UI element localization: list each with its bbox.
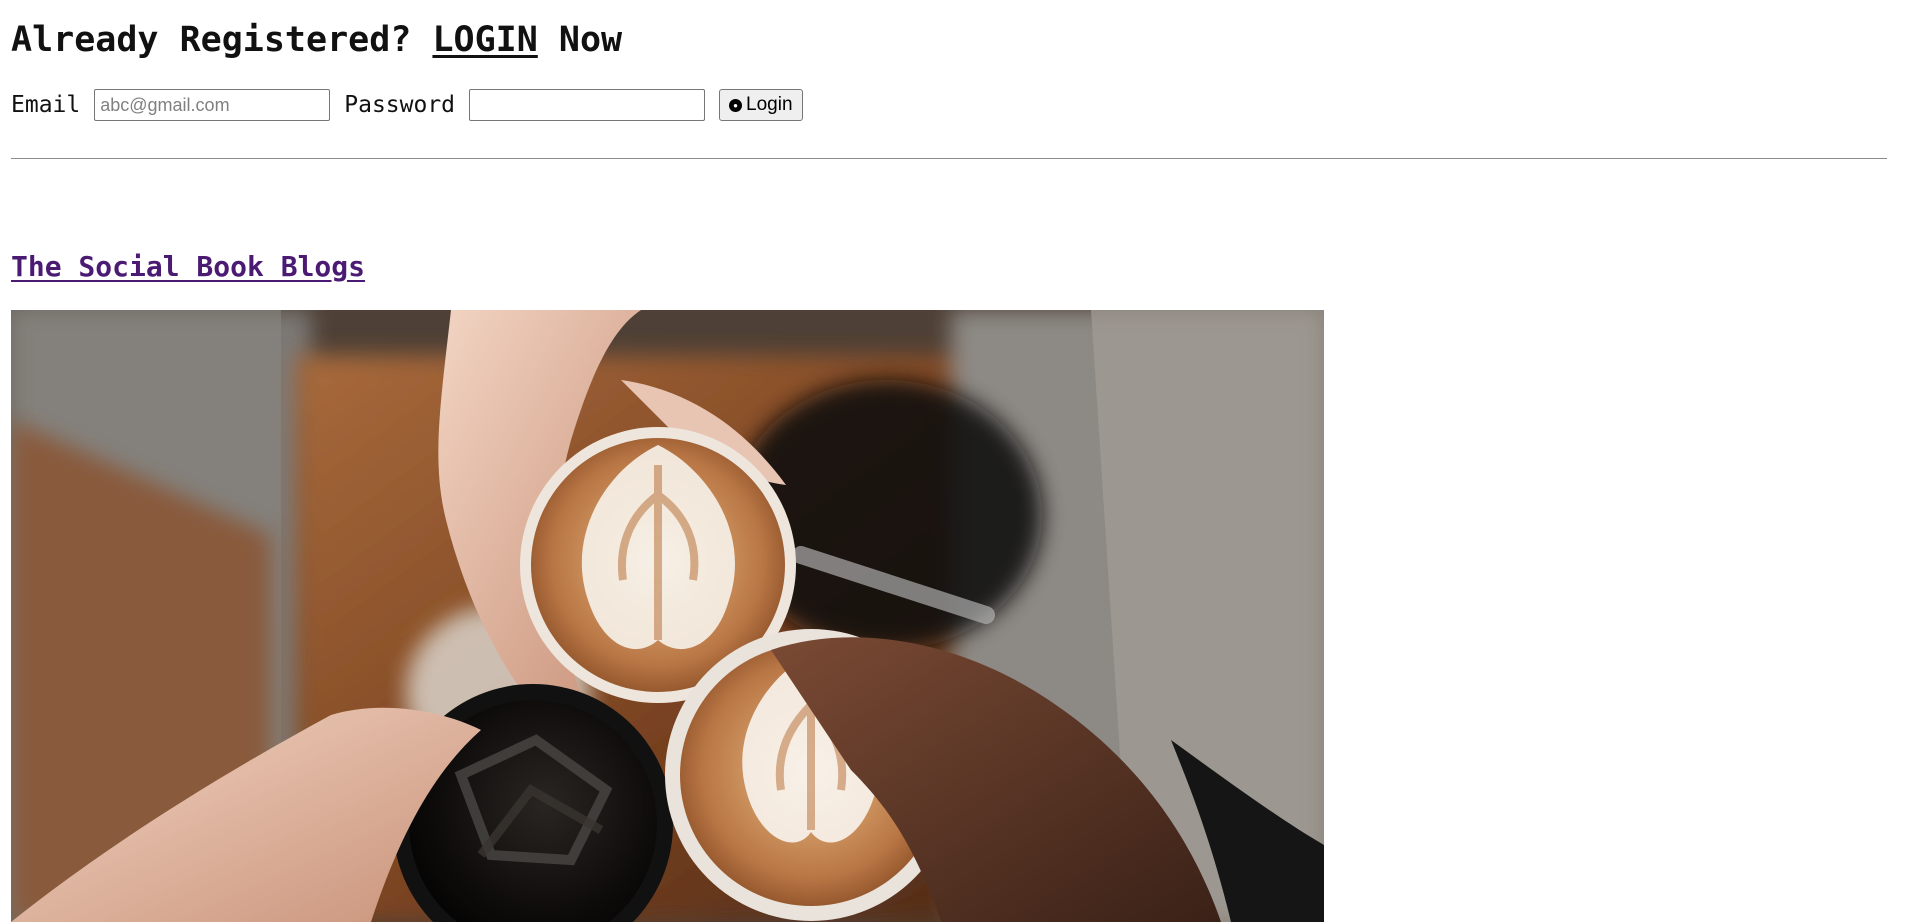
login-link[interactable]: LOGIN	[432, 20, 537, 60]
page: Already Registered? LOGIN Now Email Pass…	[0, 0, 1899, 922]
section-divider	[11, 158, 1887, 159]
blog-title-link[interactable]: The Social Book Blogs	[11, 250, 365, 283]
password-label: Password	[344, 92, 456, 118]
blog-title: The Social Book Blogs	[11, 249, 365, 285]
login-button[interactable]: ● Login	[719, 89, 803, 121]
email-label: Email	[11, 92, 81, 118]
password-input[interactable]	[469, 89, 706, 121]
login-prompt-heading: Already Registered? LOGIN Now	[11, 14, 622, 66]
login-button-label: Login	[746, 94, 793, 115]
login-prompt-prefix: Already Registered?	[11, 20, 433, 60]
circle-dot-icon: ●	[729, 98, 743, 112]
login-form: Email Password ● Login	[11, 87, 803, 123]
login-prompt-suffix: Now	[537, 20, 623, 60]
email-input[interactable]	[94, 89, 331, 121]
coffee-cups-photo	[11, 310, 1324, 922]
